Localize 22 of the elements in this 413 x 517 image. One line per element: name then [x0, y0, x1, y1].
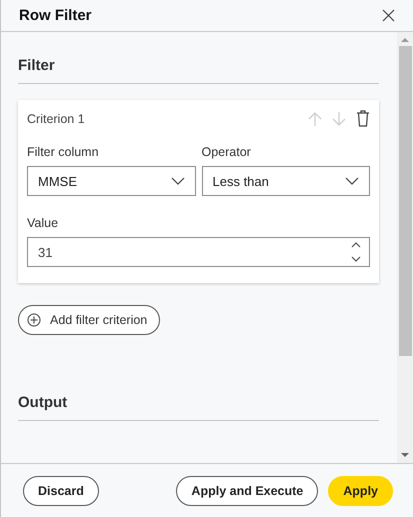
window-title: Row Filter: [19, 7, 92, 24]
scrollbar[interactable]: [397, 32, 413, 463]
trash-icon[interactable]: [356, 110, 370, 127]
scrollbar-thumb[interactable]: [398, 46, 412, 356]
operator-dropdown[interactable]: Less than: [202, 166, 370, 196]
plus-circle-icon: [27, 313, 41, 327]
chevron-down-icon: [170, 177, 184, 185]
spinner-icon[interactable]: [351, 241, 361, 263]
add-criterion-button[interactable]: Add filter criterion: [18, 305, 160, 335]
column-dropdown[interactable]: MMSE: [27, 166, 196, 196]
value-field[interactable]: 31: [27, 237, 370, 267]
outline-button[interactable]: Apply and Execute: [176, 476, 318, 506]
section-title: Filter: [18, 50, 379, 84]
criterion-title: Criterion 1: [27, 112, 85, 126]
outline-button[interactable]: Discard: [23, 476, 99, 506]
chevron-down-icon: [345, 177, 359, 185]
field-label: Filter column: [27, 145, 100, 159]
close-icon[interactable]: [382, 9, 395, 22]
field-label: Operator: [202, 145, 252, 159]
primary-button[interactable]: Apply: [328, 476, 393, 506]
field-label: Value: [27, 216, 60, 230]
section-title: Output: [18, 387, 379, 421]
